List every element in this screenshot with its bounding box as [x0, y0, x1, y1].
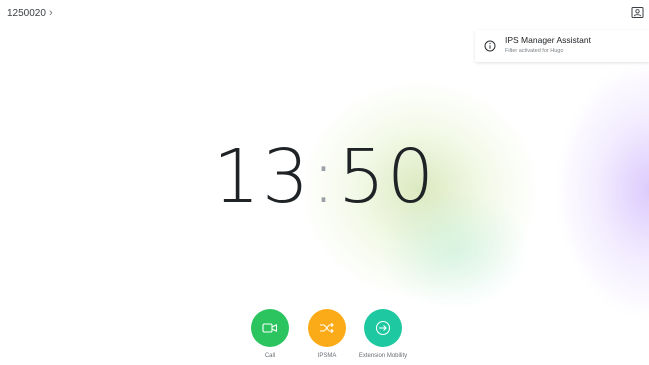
notification-card[interactable]: IPS Manager Assistant Filter activated f…: [475, 30, 649, 62]
ipsma-circle[interactable]: [308, 309, 346, 347]
notification-subtitle: Filter activated for Hugo: [505, 48, 564, 54]
extension-selector[interactable]: 1250020 ›: [7, 7, 53, 20]
extension-mobility-button[interactable]: Extension Mobility: [343, 309, 423, 359]
shuffle-icon: [320, 322, 334, 334]
clock-hours: 13: [212, 134, 312, 220]
clock-minutes: 50: [337, 134, 437, 220]
extension-mobility-label: Extension Mobility: [358, 353, 408, 359]
video-camera-icon: [262, 323, 278, 333]
extension-mobility-circle[interactable]: [364, 309, 402, 347]
chevron-right-icon: ›: [48, 7, 53, 19]
sign-in-icon: [375, 320, 391, 336]
contacts-icon: [631, 7, 644, 18]
info-icon: [484, 40, 496, 52]
contacts-button[interactable]: [631, 6, 644, 19]
notification-title: IPS Manager Assistant: [505, 35, 591, 45]
call-circle[interactable]: [251, 309, 289, 347]
clock-separator: :: [311, 134, 338, 220]
extension-number: 1250020: [7, 8, 46, 19]
clock: 13:50: [0, 140, 649, 214]
